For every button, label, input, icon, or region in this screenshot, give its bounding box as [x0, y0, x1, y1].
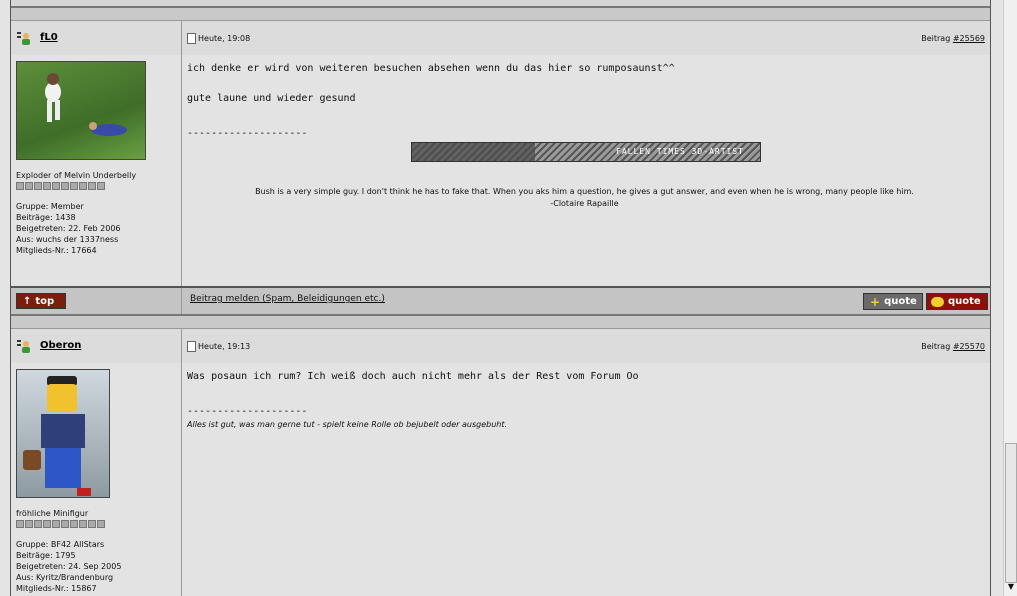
user-rank: Exploder of Melvin Underbelly	[16, 171, 137, 180]
signature-quote: Bush is a very simple guy. I don't think…	[255, 187, 914, 196]
user-location: Aus: wuchs der 1337ness	[16, 235, 119, 244]
username-link[interactable]: fL0	[40, 32, 58, 43]
username-link[interactable]: Oberon	[40, 340, 81, 351]
post-header: Oberon Heute, 19:13 Beitrag #25570	[11, 328, 990, 364]
user-post-count: Beiträge: 1438	[16, 213, 76, 222]
post-date: Heute, 19:13	[198, 342, 251, 351]
post-text-line: gute laune und wieder gesund	[187, 93, 356, 104]
post-number-label: Beitrag	[921, 34, 951, 43]
multiquote-label: quote	[884, 296, 917, 307]
user-joined: Beigetreten: 22. Feb 2006	[16, 224, 121, 233]
post-separator	[11, 314, 990, 328]
signature-divider: --------------------	[187, 128, 308, 139]
user-rank: fröhliche Minifigur	[16, 509, 89, 518]
post-date: Heute, 19:08	[198, 34, 251, 43]
post-icon	[187, 341, 196, 352]
user-group: Gruppe: BF42 AllStars	[16, 540, 105, 549]
multiquote-button[interactable]: + quote	[863, 293, 923, 310]
speech-bubble-icon	[931, 296, 944, 307]
top-button-label: top	[35, 295, 55, 307]
user-sidebar: fröhliche Minifigur Gruppe: BF42 AllStar…	[11, 363, 181, 596]
quote-label: quote	[948, 296, 981, 307]
user-group: Gruppe: Member	[16, 202, 84, 211]
post-number-link[interactable]: #25569	[953, 34, 985, 43]
signature-banner: FALLEN TIMES 3D-ARTIST	[411, 142, 761, 162]
signature-divider: --------------------	[187, 406, 308, 417]
rank-pips	[16, 520, 105, 528]
user-member-number: Mitglieds-Nr.: 17664	[16, 246, 97, 255]
post-body: fröhliche Minifigur Gruppe: BF42 AllStar…	[11, 363, 990, 596]
user-online-icon	[17, 340, 30, 353]
user-sidebar: Exploder of Melvin Underbelly Gruppe: Me…	[11, 55, 181, 286]
arrow-up-icon: ↑	[23, 295, 32, 307]
post-footer: ↑ top Beitrag melden (Spam, Beleidigunge…	[11, 286, 990, 316]
user-post-count: Beiträge: 1795	[16, 551, 76, 560]
post-permalink: Beitrag #25570	[921, 342, 985, 351]
forum-frame: fL0 Heute, 19:08 Beitrag #25569 Exploder…	[10, 0, 991, 596]
post-text-line: Was posaun ich rum? Ich weiß doch auch n…	[187, 371, 639, 382]
signature-text: Alles ist gut, was man gerne tut - spiel…	[187, 420, 508, 429]
scroll-down-icon[interactable]: ▼	[1005, 582, 1017, 595]
signature-banner-text: FALLEN TIMES 3D-ARTIST	[616, 147, 744, 156]
user-avatar	[16, 61, 146, 160]
plus-icon: +	[870, 294, 881, 309]
post-separator	[11, 6, 990, 20]
user-location: Aus: Kyritz/Brandenburg	[16, 573, 114, 582]
post-body: Exploder of Melvin Underbelly Gruppe: Me…	[11, 55, 990, 286]
top-button[interactable]: ↑ top	[16, 293, 66, 309]
post-number-label: Beitrag	[921, 342, 951, 351]
post-text-line: ich denke er wird von weiteren besuchen …	[187, 63, 675, 74]
report-post-link[interactable]: Beitrag melden (Spam, Beleidigungen etc.…	[190, 294, 385, 304]
user-avatar	[16, 369, 110, 498]
user-online-icon	[17, 32, 30, 45]
post-permalink: Beitrag #25569	[921, 34, 985, 43]
scrollbar-thumb[interactable]	[1005, 443, 1017, 583]
user-member-number: Mitglieds-Nr.: 15867	[16, 584, 97, 593]
post-icon	[187, 33, 196, 44]
rank-pips	[16, 182, 105, 190]
post-number-link[interactable]: #25570	[953, 342, 985, 351]
post-header: fL0 Heute, 19:08 Beitrag #25569	[11, 20, 990, 56]
quote-button[interactable]: quote	[926, 293, 988, 310]
signature-author: -Clotaire Rapaille	[550, 199, 619, 208]
user-joined: Beigetreten: 24. Sep 2005	[16, 562, 122, 571]
page-scrollbar[interactable]: ▼	[1003, 0, 1017, 596]
